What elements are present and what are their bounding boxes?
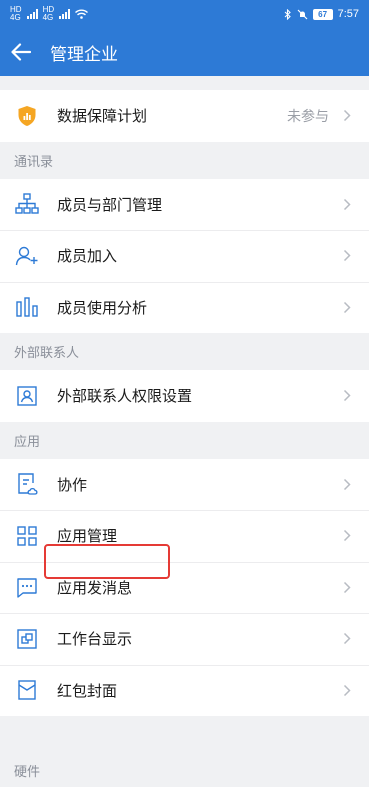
chevron-right-icon xyxy=(337,198,357,211)
member-department-management-item[interactable]: 成员与部门管理 xyxy=(0,178,369,230)
item-label: 应用发消息 xyxy=(57,579,133,597)
signal-icon xyxy=(26,9,38,19)
section-header-external: 外部联系人 xyxy=(0,333,369,370)
status-right: 67 7:57 xyxy=(284,8,359,20)
document-cloud-icon xyxy=(14,471,40,497)
status-time: 7:57 xyxy=(337,8,359,20)
settings-list: 数据保障计划 未参与 通讯录 成员与部门管理 成员加入 成员使用分析 外部联系人… xyxy=(0,76,369,716)
bar-chart-icon xyxy=(14,294,40,320)
item-label: 外部联系人权限设置 xyxy=(57,388,193,406)
chevron-right-icon xyxy=(337,109,357,122)
item-label: 成员加入 xyxy=(57,248,118,266)
workbench-display-item[interactable]: 工作台显示 xyxy=(0,613,369,665)
chevron-right-icon xyxy=(337,684,357,697)
sim1-label: HD 4G xyxy=(10,5,22,22)
section-header-contacts: 通讯录 xyxy=(0,141,369,179)
org-chart-icon xyxy=(14,191,40,217)
chevron-right-icon xyxy=(337,529,357,542)
grid-icon xyxy=(14,523,40,549)
arrow-left-icon xyxy=(11,43,31,61)
chevron-right-icon xyxy=(337,301,357,314)
nav-bar: 管理企业 xyxy=(0,28,369,76)
external-contact-permissions-item[interactable]: 外部联系人权限设置 xyxy=(0,370,369,422)
chevron-right-icon xyxy=(337,632,357,645)
item-label: 数据保障计划 xyxy=(57,108,148,126)
section-header-hardware: 硬件 xyxy=(0,752,369,787)
signal-icon xyxy=(59,9,71,19)
chevron-right-icon xyxy=(337,249,357,262)
member-usage-analysis-item[interactable]: 成员使用分析 xyxy=(0,281,369,333)
chevron-right-icon xyxy=(337,581,357,594)
message-icon xyxy=(14,574,40,600)
battery-icon: 67 xyxy=(312,8,333,20)
item-status: 未参与 xyxy=(287,107,329,124)
status-bar: HD 4G HD 4G 67 7:57 xyxy=(0,0,369,28)
status-left: HD 4G HD 4G xyxy=(10,5,89,22)
hardware-section: 硬件 xyxy=(0,752,369,787)
divider xyxy=(0,76,369,90)
data-protection-plan-item[interactable]: 数据保障计划 未参与 xyxy=(0,90,369,142)
section-header-apps: 应用 xyxy=(0,421,369,459)
member-join-item[interactable]: 成员加入 xyxy=(0,230,369,282)
bluetooth-icon xyxy=(284,8,291,20)
page-title: 管理企业 xyxy=(50,44,118,64)
red-envelope-cover-item[interactable]: 红包封面 xyxy=(0,664,369,716)
item-label: 应用管理 xyxy=(57,528,118,546)
mute-icon xyxy=(297,9,308,19)
item-label: 成员使用分析 xyxy=(57,299,148,317)
item-label: 成员与部门管理 xyxy=(57,196,163,214)
item-label: 红包封面 xyxy=(57,682,118,700)
envelope-icon xyxy=(14,677,40,703)
app-management-item[interactable]: 应用管理 xyxy=(0,510,369,562)
item-label: 协作 xyxy=(57,476,88,494)
contact-card-icon xyxy=(14,383,40,409)
external-group: 外部联系人权限设置 xyxy=(0,370,369,422)
layers-icon xyxy=(14,626,40,652)
collaboration-item[interactable]: 协作 xyxy=(0,458,369,510)
app-send-message-item[interactable]: 应用发消息 xyxy=(0,561,369,613)
shield-icon xyxy=(14,103,40,129)
back-button[interactable] xyxy=(0,28,42,76)
item-label: 工作台显示 xyxy=(57,631,133,649)
chevron-right-icon xyxy=(337,478,357,491)
sim2-label: HD 4G xyxy=(42,5,55,22)
contacts-group: 成员与部门管理 成员加入 成员使用分析 xyxy=(0,178,369,333)
apps-group: 协作 应用管理 应用发消息 工作台显示 红包封面 xyxy=(0,458,369,716)
chevron-right-icon xyxy=(337,389,357,402)
data-protection-group: 数据保障计划 未参与 xyxy=(0,90,369,142)
wifi-icon xyxy=(75,9,89,19)
add-user-icon xyxy=(14,243,40,269)
